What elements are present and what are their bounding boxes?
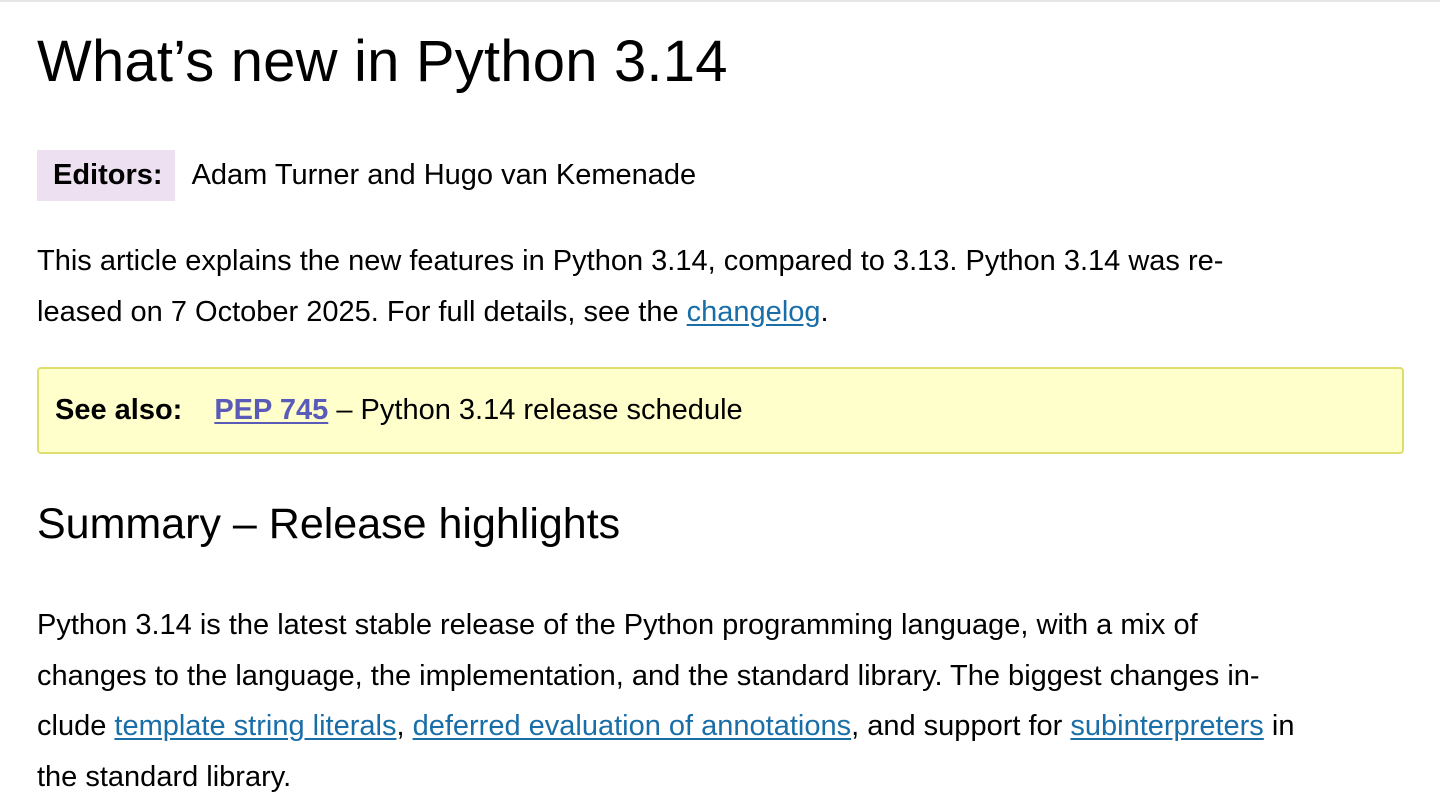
intro-text-line1: This article explains the new features i… <box>37 245 1224 277</box>
summary-text: clude <box>37 710 115 742</box>
summary-line: the standard library. <box>37 760 292 793</box>
deferred-evaluation-link[interactable]: deferred evaluation of annotations <box>413 710 852 742</box>
see-also-label: See also: <box>55 394 183 426</box>
summary-text: in <box>1263 710 1295 742</box>
see-also-text: – Python 3.14 release schedule <box>328 394 743 426</box>
pep-745-link[interactable]: PEP 745 <box>214 394 328 427</box>
intro-text-end: . <box>820 295 829 328</box>
subinterpreters-link[interactable]: subinterpreters <box>1070 710 1263 742</box>
summary-text: , and support for <box>851 710 1071 742</box>
summary-line: clude template string literals, deferred… <box>37 701 1404 752</box>
editors-value: Adam Turner and Hugo van Kemenade <box>191 159 697 191</box>
summary-line: changes to the language, the implementat… <box>37 659 1260 692</box>
page-title: What’s new in Python 3.14 <box>37 29 728 94</box>
see-also-box: See also: PEP 745 – Python 3.14 release … <box>37 367 1404 454</box>
intro-text-line2: leased on 7 October 2025. For full detai… <box>37 295 687 328</box>
summary-text: , <box>396 710 413 742</box>
intro-paragraph: This article explains the new features i… <box>37 236 1337 337</box>
summary-line: Python 3.14 is the latest stable release… <box>37 609 1198 641</box>
section-heading: Summary – Release highlights <box>37 500 621 548</box>
editors-label: Editors: <box>37 150 175 201</box>
changelog-link[interactable]: changelog <box>687 296 821 328</box>
summary-paragraph: Python 3.14 is the latest stable release… <box>37 600 1404 802</box>
editors-field: Editors: Adam Turner and Hugo van Kemena… <box>37 150 696 201</box>
template-string-literals-link[interactable]: template string literals <box>114 710 396 742</box>
